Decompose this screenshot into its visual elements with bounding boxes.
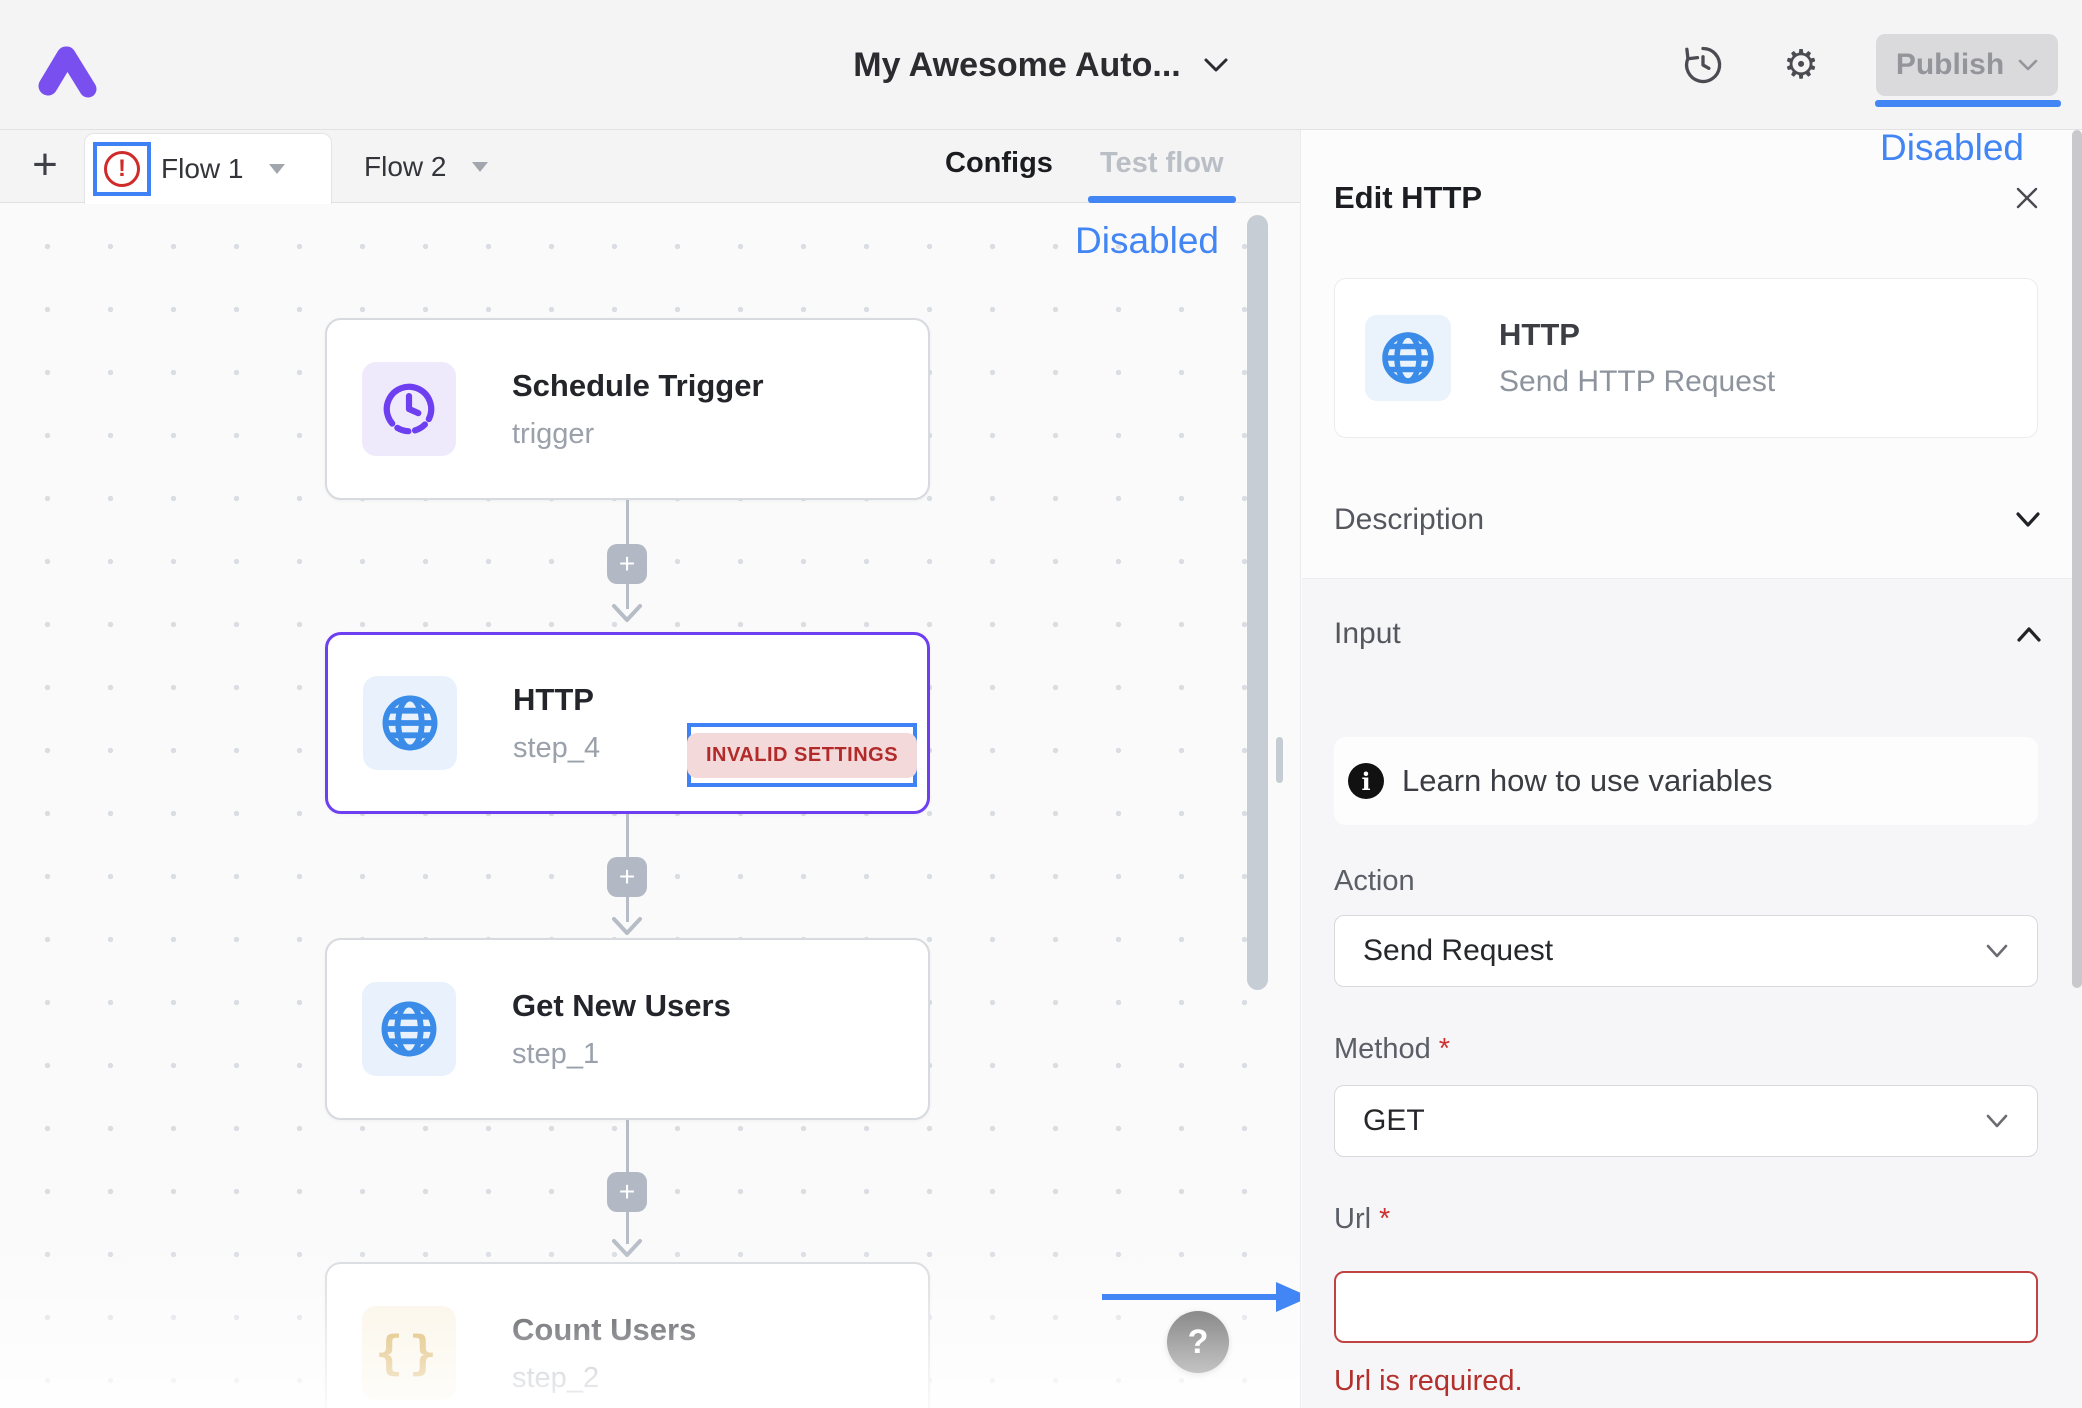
node-title: Get New Users	[512, 988, 731, 1024]
url-error-message: Url is required.	[1334, 1365, 1523, 1398]
description-section-toggle[interactable]: Description	[1334, 495, 2042, 545]
node-subtitle: trigger	[512, 418, 764, 451]
node-title: HTTP	[513, 682, 600, 718]
flow-canvas[interactable]: Schedule Trigger trigger +	[0, 203, 1300, 1408]
globe-icon	[1378, 328, 1438, 388]
tab-flow-2[interactable]: Flow 2	[352, 144, 500, 190]
panel-scrollbar[interactable]	[1276, 737, 1283, 783]
add-step-button[interactable]: +	[607, 1172, 647, 1212]
learn-variables-link[interactable]: i Learn how to use variables	[1334, 737, 2038, 825]
method-field-label: Method*	[1334, 1033, 1450, 1066]
schedule-icon-box	[362, 362, 456, 456]
action-field-label: Action	[1334, 865, 1415, 898]
testflow-disabled-label-annotation: Disabled	[1075, 220, 1219, 262]
panel-title: Edit HTTP	[1334, 180, 1482, 216]
testflow-disabled-underline-annotation	[1088, 196, 1236, 203]
method-select-value: GET	[1363, 1104, 1425, 1138]
tab-flow-1-label: Flow 1	[161, 153, 243, 185]
step-settings-panel: Edit HTTP HTTP Send HTTP	[1300, 130, 2082, 1408]
action-select[interactable]: Send Request	[1334, 915, 2038, 987]
http-icon-box	[1365, 315, 1451, 401]
tab-flow-1[interactable]: ! Flow 1	[84, 133, 332, 204]
url-arrow-annotation	[1100, 1275, 1300, 1319]
input-label: Input	[1334, 617, 1401, 651]
node-subtitle: step_4	[513, 732, 600, 765]
learn-variables-label: Learn how to use variables	[1402, 763, 1773, 799]
method-select[interactable]: GET	[1334, 1085, 2038, 1157]
url-input[interactable]	[1334, 1271, 2038, 1343]
window-scrollbar[interactable]	[2072, 130, 2082, 988]
publish-label: Publish	[1896, 48, 2004, 82]
code-icon-box: {}	[362, 1306, 456, 1400]
node-http[interactable]: HTTP step_4 INVALID SETTINGS	[325, 632, 930, 814]
braces-icon: {}	[375, 1326, 442, 1380]
invalid-settings-annotation-box: INVALID SETTINGS	[687, 723, 917, 787]
arrow-down-icon	[607, 1238, 647, 1260]
piece-name: HTTP	[1499, 317, 1775, 353]
input-section-toggle[interactable]: Input	[1334, 609, 2043, 659]
node-subtitle: step_1	[512, 1038, 731, 1071]
warning-icon: !	[104, 151, 140, 187]
action-select-value: Send Request	[1363, 934, 1553, 968]
node-title: Count Users	[512, 1312, 696, 1348]
http-icon-box	[363, 676, 457, 770]
publish-disabled-underline-annotation	[1875, 100, 2061, 107]
piece-info-card: HTTP Send HTTP Request	[1334, 278, 2038, 438]
canvas-scrollbar[interactable]	[1247, 215, 1268, 990]
flow-error-annotation-box: !	[93, 142, 151, 196]
add-flow-button[interactable]: +	[22, 140, 68, 190]
chevron-down-icon	[1985, 1113, 2009, 1129]
caret-down-icon[interactable]	[269, 164, 285, 174]
node-title: Schedule Trigger	[512, 368, 764, 404]
settings-button[interactable]: ⚙	[1778, 42, 1824, 88]
chevron-down-icon	[1985, 943, 2009, 959]
configs-link[interactable]: Configs	[945, 147, 1053, 180]
node-schedule-trigger[interactable]: Schedule Trigger trigger	[325, 318, 930, 500]
close-panel-button[interactable]	[2012, 183, 2042, 213]
connector: +	[607, 500, 647, 625]
piece-subtitle: Send HTTP Request	[1499, 365, 1775, 399]
add-step-button[interactable]: +	[607, 544, 647, 584]
help-button[interactable]: ?	[1167, 1311, 1229, 1373]
url-field-label: Url*	[1334, 1203, 1390, 1236]
header: My Awesome Auto... ⚙ Publish	[0, 0, 2082, 130]
required-asterisk: *	[1439, 1033, 1450, 1065]
connector: +	[607, 1120, 647, 1260]
connector: +	[607, 814, 647, 938]
publish-disabled-label-annotation: Disabled	[1880, 127, 2024, 169]
node-get-new-users[interactable]: Get New Users step_1	[325, 938, 930, 1120]
flow-builder-app: My Awesome Auto... ⚙ Publish	[0, 0, 2082, 1408]
node-subtitle: step_2	[512, 1362, 696, 1395]
test-flow-button: Test flow	[1100, 147, 1224, 180]
flow-tabbar: + ! Flow 1 Flow 2 Configs Test flow	[0, 130, 1300, 203]
chevron-down-icon	[2014, 511, 2042, 529]
chevron-down-icon	[2018, 58, 2038, 72]
required-asterisk: *	[1379, 1203, 1390, 1235]
history-icon	[1681, 43, 1725, 87]
caret-down-icon[interactable]	[472, 162, 488, 172]
chevron-down-icon[interactable]	[1203, 56, 1229, 74]
description-label: Description	[1334, 503, 1484, 537]
node-count-users[interactable]: {} Count Users step_2	[325, 1262, 930, 1408]
input-section: Input i Learn how to use variables Actio…	[1302, 578, 2082, 1408]
http-icon-box	[362, 982, 456, 1076]
arrow-down-icon	[607, 916, 647, 938]
add-step-button[interactable]: +	[607, 857, 647, 897]
info-icon: i	[1348, 763, 1384, 799]
tab-flow-2-label: Flow 2	[364, 151, 446, 183]
close-icon	[2014, 185, 2040, 211]
publish-button: Publish	[1876, 34, 2058, 96]
globe-icon	[378, 691, 442, 755]
clock-icon	[378, 378, 440, 440]
flow-name-title[interactable]: My Awesome Auto...	[853, 46, 1180, 85]
invalid-settings-badge: INVALID SETTINGS	[687, 733, 917, 778]
version-history-button[interactable]	[1680, 42, 1726, 88]
globe-icon	[377, 997, 441, 1061]
arrow-down-icon	[607, 603, 647, 625]
chevron-up-icon	[2015, 625, 2043, 643]
gear-icon: ⚙	[1783, 45, 1819, 85]
